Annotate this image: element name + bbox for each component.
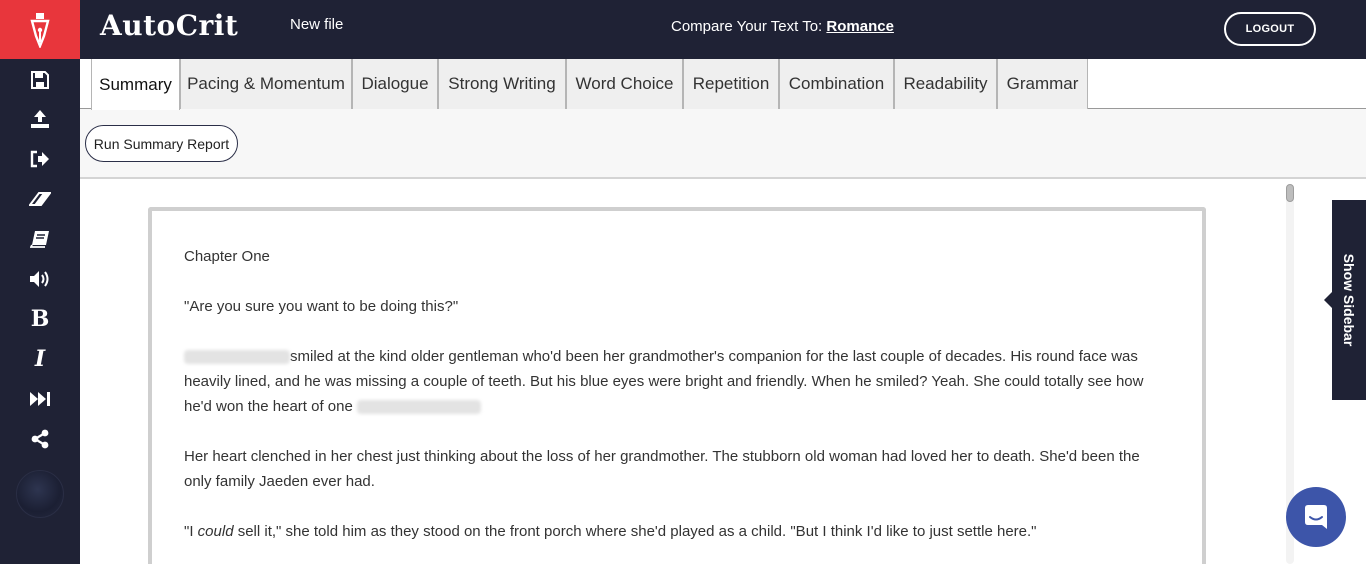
tab-strong-writing[interactable]: Strong Writing [438, 59, 566, 109]
bold-icon[interactable]: B [24, 305, 56, 333]
left-rail: B I [0, 0, 80, 564]
text-editor[interactable]: Chapter One "Are you sure you want to be… [148, 207, 1206, 564]
paragraph-4-end: sell it," she told him as they stood on … [233, 523, 1037, 540]
tab-word-choice[interactable]: Word Choice [566, 59, 683, 109]
avatar[interactable] [16, 470, 64, 518]
italic-glyph: I [34, 346, 46, 372]
tab-combination[interactable]: Combination [779, 59, 894, 109]
file-name[interactable]: New file [290, 16, 343, 33]
logout-button[interactable]: LOGOUT [1224, 12, 1316, 46]
share-icon[interactable] [24, 425, 56, 453]
save-icon[interactable] [24, 66, 56, 94]
book-icon[interactable] [24, 225, 56, 253]
bold-glyph: B [30, 306, 50, 332]
report-toolbar: Run Summary Report [80, 109, 1366, 179]
paragraph-2: smiled at the kind older gentleman who'd… [184, 344, 1170, 419]
chapter-heading: Chapter One [184, 248, 270, 265]
tab-pacing-momentum[interactable]: Pacing & Momentum [180, 59, 352, 109]
tab-dialogue[interactable]: Dialogue [352, 59, 438, 109]
compare-label: Compare Your Text To: [671, 18, 823, 35]
compare-genre: Compare Your Text To: Romance [671, 18, 894, 35]
chat-icon [1305, 505, 1327, 529]
tab-grammar[interactable]: Grammar [997, 59, 1088, 109]
scrollbar-thumb[interactable] [1286, 184, 1294, 202]
paragraph-4-emphasis: could [197, 523, 234, 540]
tab-readability[interactable]: Readability [894, 59, 997, 109]
fast-forward-icon[interactable] [24, 385, 56, 413]
paragraph-2-text: smiled at the kind older gentleman who'd… [184, 348, 1144, 415]
paragraph-4: "I could sell it," she told him as they … [184, 519, 1170, 544]
show-sidebar-label: Show Sidebar [1341, 253, 1357, 347]
editor-area: Chapter One "Are you sure you want to be… [80, 181, 1366, 564]
brand-logo: AutoCrit [100, 9, 239, 42]
tab-summary[interactable]: Summary [91, 59, 180, 110]
upload-icon[interactable] [24, 105, 56, 133]
pen-nib-icon[interactable] [0, 0, 80, 59]
show-sidebar-toggle[interactable]: Show Sidebar [1324, 200, 1366, 400]
chat-button[interactable] [1286, 487, 1346, 547]
run-summary-report-button[interactable]: Run Summary Report [85, 125, 238, 162]
paragraph-1: "Are you sure you want to be doing this?… [184, 298, 459, 315]
italic-icon[interactable]: I [24, 345, 56, 373]
genre-link[interactable]: Romance [826, 18, 894, 35]
export-icon[interactable] [24, 145, 56, 173]
top-header: AutoCrit New file Compare Your Text To: … [80, 0, 1366, 59]
redacted-name [184, 350, 290, 365]
eraser-icon[interactable] [24, 185, 56, 213]
tab-repetition[interactable]: Repetition [683, 59, 779, 109]
analysis-tabs: Summary Pacing & Momentum Dialogue Stron… [80, 59, 1366, 110]
paragraph-3: Her heart clenched in her chest just thi… [184, 448, 1140, 490]
arrow-left-icon [1324, 292, 1332, 308]
paragraph-4-start: "I [184, 523, 198, 540]
redacted-name [357, 400, 481, 415]
speaker-icon[interactable] [24, 265, 56, 293]
